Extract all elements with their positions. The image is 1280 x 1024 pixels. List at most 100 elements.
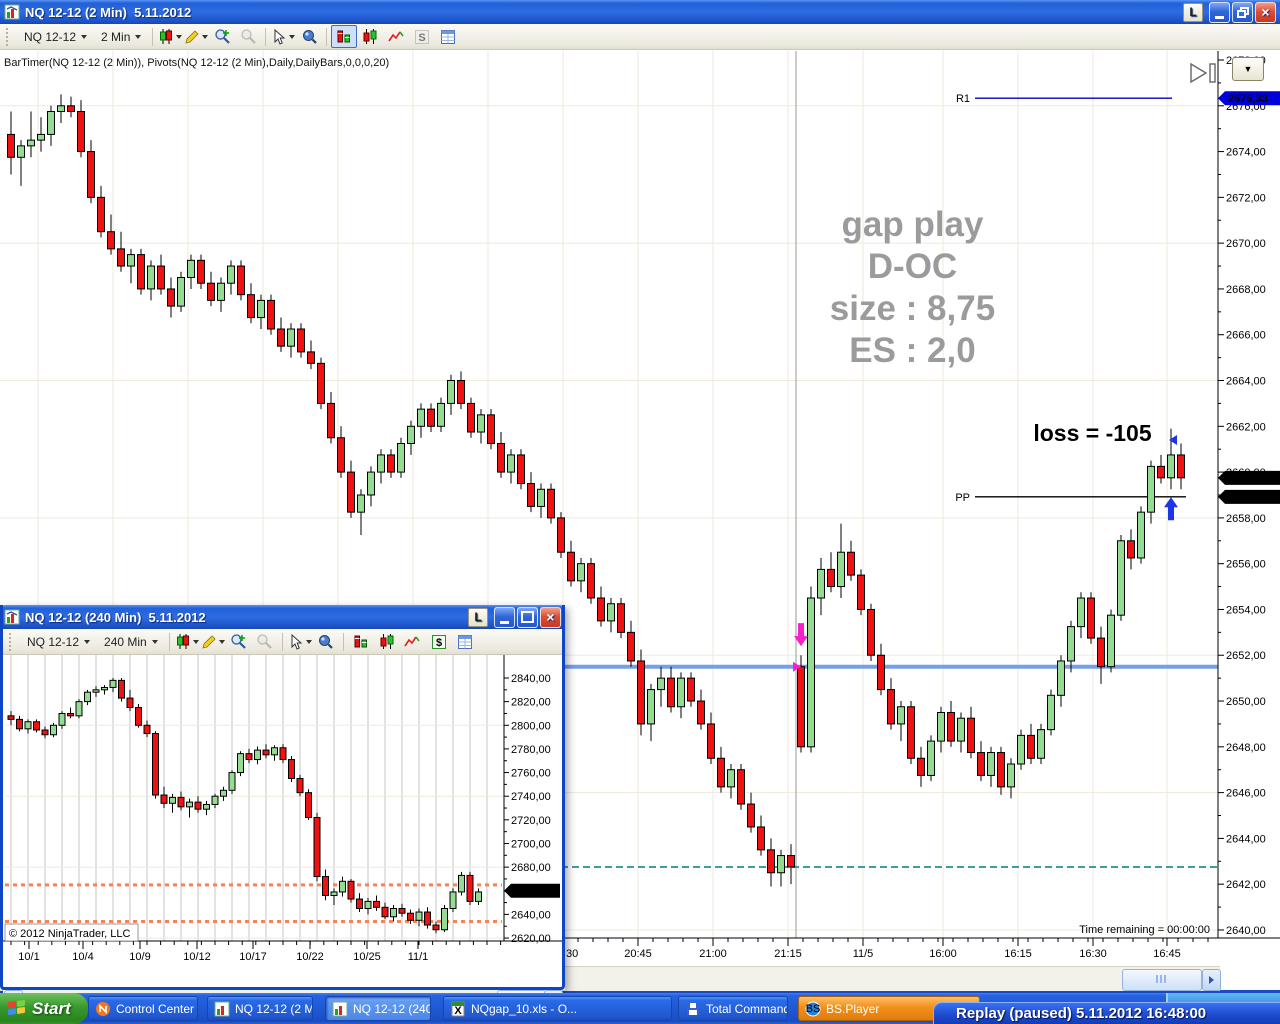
chevron-down-icon	[81, 34, 88, 39]
zoom-in-icon	[230, 633, 247, 650]
svg-text:2700,00: 2700,00	[511, 838, 551, 850]
sub-price-chart[interactable]: 2620,00 2640,00 2660,00 2680,00 2700,00 2720,…	[3, 655, 562, 964]
svg-text:2660,00: 2660,00	[513, 886, 553, 898]
close-button[interactable]: ×	[1255, 1, 1276, 23]
chart-icon	[332, 1001, 348, 1017]
svg-text:2640,00: 2640,00	[511, 909, 551, 921]
taskbar-item-control-center[interactable]: Control Center - U...	[88, 996, 198, 1021]
sub-toolbar: NQ 12-12 240 Min $	[3, 629, 562, 655]
bar-timer-button[interactable]	[348, 630, 374, 653]
svg-text:16:00: 16:00	[929, 948, 957, 960]
taskbar-item-nqgap-xls[interactable]: X NQgap_10.xls - O...	[443, 996, 672, 1021]
restore-button[interactable]	[1232, 1, 1253, 23]
desktop: NQ 12-12 (2 Min) 5.11.2012 L × NQ 12-12 …	[0, 0, 1280, 1024]
link-button[interactable]: L	[468, 607, 488, 627]
cursor-tool-button[interactable]	[287, 630, 313, 653]
dollar-icon: S	[414, 29, 430, 45]
zoom-out-icon	[240, 28, 257, 45]
maximize-button[interactable]	[517, 606, 538, 628]
scroll-thumb[interactable]	[1122, 969, 1202, 991]
toolbar-grip[interactable]	[9, 632, 16, 651]
bar-timer-button[interactable]	[331, 25, 358, 48]
data-grid-button[interactable]	[452, 630, 478, 653]
line-chart-icon	[404, 634, 421, 650]
svg-text:2666,00: 2666,00	[1226, 330, 1266, 342]
candle-panel-button[interactable]	[374, 630, 400, 653]
instrument-dropdown[interactable]: NQ 12-12	[17, 27, 94, 47]
instrument-dropdown[interactable]: NQ 12-12	[20, 632, 97, 652]
taskbar-item-total-commander[interactable]: Total Commander ...	[678, 996, 788, 1021]
svg-text:2642,00: 2642,00	[1226, 879, 1266, 891]
indicator-button[interactable]	[400, 630, 426, 653]
pan-button[interactable]	[296, 25, 322, 48]
svg-text:2620,00: 2620,00	[511, 933, 551, 945]
svg-text:10/9: 10/9	[129, 951, 150, 963]
chevron-down-icon	[151, 639, 158, 644]
svg-text:2800,00: 2800,00	[511, 720, 551, 732]
loss-annotation: loss = -105	[1033, 420, 1152, 446]
svg-text:2640,00: 2640,00	[1226, 925, 1266, 937]
zoom-out-button[interactable]	[252, 630, 278, 653]
svg-text:$: $	[436, 637, 442, 649]
indicator-label: BarTimer(NQ 12-12 (2 Min)), Pivots(NQ 12…	[4, 57, 390, 69]
start-button[interactable]: Start	[0, 993, 88, 1024]
svg-text:21:15: 21:15	[774, 948, 802, 960]
strategy-button[interactable]: S	[409, 25, 435, 48]
bar-timer-icon	[336, 28, 352, 45]
svg-text:2658,92: 2658,92	[1228, 492, 1268, 504]
chevron-down-icon	[135, 34, 142, 39]
zoom-in-button[interactable]	[226, 630, 252, 653]
price-axis-dropdown[interactable]: ▼	[1232, 57, 1264, 81]
interval-dropdown[interactable]: 2 Min	[94, 27, 148, 47]
svg-text:R1: R1	[956, 93, 970, 105]
chevron-down-icon	[84, 639, 91, 644]
svg-text:10/1: 10/1	[18, 951, 39, 963]
svg-text:© 2012 NinjaTrader, LLC: © 2012 NinjaTrader, LLC	[9, 928, 130, 940]
excel-icon: X	[450, 1001, 466, 1017]
close-button[interactable]: ×	[540, 606, 561, 628]
svg-text:20:45: 20:45	[624, 948, 652, 960]
strategy-button[interactable]: $	[426, 630, 452, 653]
svg-text:2680,00: 2680,00	[511, 862, 551, 874]
svg-text:2676,33: 2676,33	[1228, 93, 1268, 105]
svg-text:S: S	[419, 32, 426, 44]
toolbar-grip[interactable]	[6, 27, 13, 46]
draw-tool-button[interactable]	[183, 25, 209, 48]
indicator-button[interactable]	[383, 25, 409, 48]
data-grid-button[interactable]	[435, 25, 461, 48]
svg-text:2840,00: 2840,00	[511, 673, 551, 685]
bsplayer-icon: BS	[805, 1001, 821, 1017]
zoom-out-icon	[256, 633, 273, 650]
scroll-right-button[interactable]	[1202, 969, 1221, 991]
candles-icon	[362, 28, 378, 45]
data-grid-icon	[457, 634, 473, 650]
candle-panel-button[interactable]	[357, 25, 383, 48]
minimize-button[interactable]	[494, 606, 515, 628]
svg-text:2664,00: 2664,00	[1226, 376, 1266, 388]
cursor-tool-button[interactable]	[270, 25, 296, 48]
chart-style-button[interactable]	[157, 25, 183, 48]
pan-button[interactable]	[313, 630, 339, 653]
sub-titlebar[interactable]: NQ 12-12 (240 Min) 5.11.2012 L ×	[0, 605, 565, 629]
dollar-icon: $	[431, 634, 447, 650]
chart-window-icon	[4, 4, 20, 20]
svg-text:10/4: 10/4	[72, 951, 93, 963]
taskbar-item-nq-2min[interactable]: NQ 12-12 (2 Min) ...	[207, 996, 313, 1021]
cursor-icon	[271, 28, 287, 45]
draw-tool-button[interactable]	[200, 630, 226, 653]
minimize-button[interactable]	[1209, 1, 1230, 23]
svg-text:2670,00: 2670,00	[1226, 238, 1266, 250]
svg-text:2659,75: 2659,75	[1228, 473, 1268, 485]
zoom-out-button[interactable]	[235, 25, 261, 48]
taskbar-item-nq-240min[interactable]: NQ 12-12 (240 Mi...	[325, 996, 431, 1021]
magnifier-icon	[301, 28, 318, 45]
interval-dropdown[interactable]: 240 Min	[97, 632, 165, 652]
replay-status-bar[interactable]: Replay (paused) 5.11.2012 16:48:00	[933, 1002, 1280, 1024]
zoom-in-button[interactable]	[209, 25, 235, 48]
svg-text:2658,00: 2658,00	[1226, 513, 1266, 525]
windows-logo-icon	[8, 999, 26, 1018]
svg-text:2672,00: 2672,00	[1226, 192, 1266, 204]
chart-style-button[interactable]	[174, 630, 200, 653]
main-titlebar[interactable]: NQ 12-12 (2 Min) 5.11.2012 L ×	[0, 0, 1280, 24]
link-button[interactable]: L	[1183, 2, 1203, 22]
